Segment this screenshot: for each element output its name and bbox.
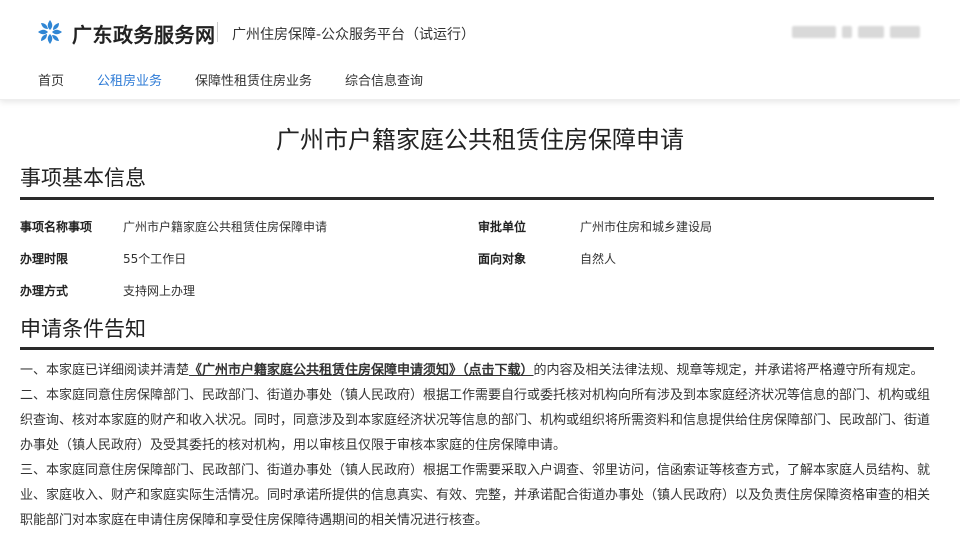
user-info-blurred[interactable] xyxy=(792,26,920,38)
notice-paragraph-3: 三、本家庭同意住房保障部门、民政部门、街道办事处（镇人民政府）根据工作需要采取入… xyxy=(20,463,931,528)
main-nav: 首页 公租房业务 保障性租赁住房业务 综合信息查询 xyxy=(38,70,456,89)
info-label-approval-unit: 审批单位 xyxy=(478,220,527,234)
info-label-method: 办理方式 xyxy=(20,284,69,298)
info-label-item-name: 事项名称事项 xyxy=(20,220,93,234)
info-value-approval-unit: 广州市住房和城乡建设局 xyxy=(580,220,713,234)
site-name[interactable]: 广东政务服务网 xyxy=(72,19,216,48)
conditions-notice: 一、本家庭已详细阅读并清楚《广州市户籍家庭公共租赁住房保障申请须知》（点击下载）… xyxy=(20,358,936,533)
page-title: 广州市户籍家庭公共租赁住房保障申请 xyxy=(276,126,684,154)
platform-name: 广州住房保障-公众服务平台（试运行） xyxy=(232,27,476,43)
info-value-target: 自然人 xyxy=(580,252,617,266)
info-value-item-name: 广州市户籍家庭公共租赁住房保障申请 xyxy=(123,220,328,234)
section-divider xyxy=(20,347,934,350)
site-header: 广东政务服务网 广州住房保障-公众服务平台（试运行） 首页 公租房业务 保障性租… xyxy=(0,0,960,100)
notice-paragraph-1: 一、本家庭已详细阅读并清楚《广州市户籍家庭公共租赁住房保障申请须知》（点击下载）… xyxy=(20,358,936,383)
info-value-time-limit: 55个工作日 xyxy=(123,252,187,266)
notice-text: 一、本家庭已详细阅读并清楚 xyxy=(20,363,190,378)
notice-text: 的内容及相关法律法规、规章等规定，并承诺将严格遵守所有规定。 xyxy=(533,363,924,378)
section-title-conditions: 申请条件告知 xyxy=(20,317,146,341)
download-notice-link[interactable]: 《广州市户籍家庭公共租赁住房保障申请须知》（点击下载） xyxy=(189,363,534,378)
nav-item-info-query[interactable]: 综合信息查询 xyxy=(345,70,423,89)
nav-item-home[interactable]: 首页 xyxy=(38,70,64,89)
guangdong-logo-icon[interactable] xyxy=(36,18,64,46)
nav-item-public-rental[interactable]: 公租房业务 xyxy=(97,70,162,89)
info-label-time-limit: 办理时限 xyxy=(20,252,69,266)
info-label-target: 面向对象 xyxy=(478,252,527,266)
notice-paragraph-2: 二、本家庭同意住房保障部门、民政部门、街道办事处（镇人民政府）根据工作需要自行或… xyxy=(20,388,931,453)
info-value-method: 支持网上办理 xyxy=(123,284,196,298)
section-divider xyxy=(20,197,934,200)
section-title-basic-info: 事项基本信息 xyxy=(20,166,146,190)
header-divider xyxy=(217,22,218,42)
nav-item-affordable-rental[interactable]: 保障性租赁住房业务 xyxy=(195,70,312,89)
